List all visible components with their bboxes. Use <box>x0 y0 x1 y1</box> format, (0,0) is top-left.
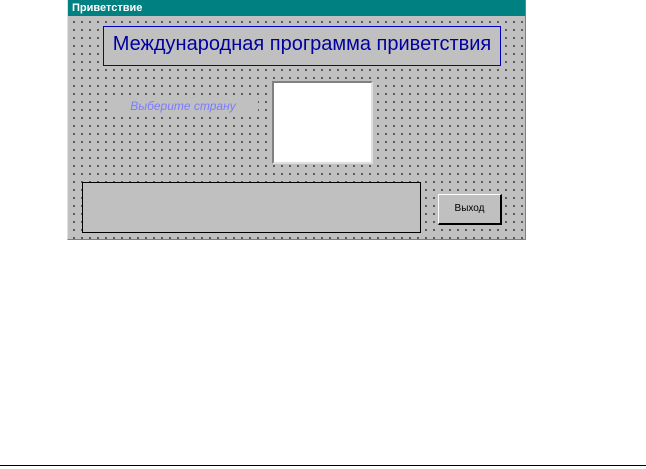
greeting-heading-label[interactable]: Международная программа приветствия <box>103 26 501 66</box>
page-bottom-divider <box>0 465 646 466</box>
greeting-output-box[interactable] <box>82 182 421 233</box>
country-list-box[interactable] <box>272 81 373 164</box>
form-designer-window: Приветствие Международная программа прив… <box>67 0 526 240</box>
exit-button[interactable]: Выход <box>438 194 502 225</box>
choose-country-label[interactable]: Выберите страну <box>108 96 258 116</box>
page: Приветствие Международная программа прив… <box>0 0 646 469</box>
form-title-bar[interactable]: Приветствие <box>68 0 525 16</box>
form-design-grid[interactable]: Международная программа приветствия Выбе… <box>68 16 525 239</box>
